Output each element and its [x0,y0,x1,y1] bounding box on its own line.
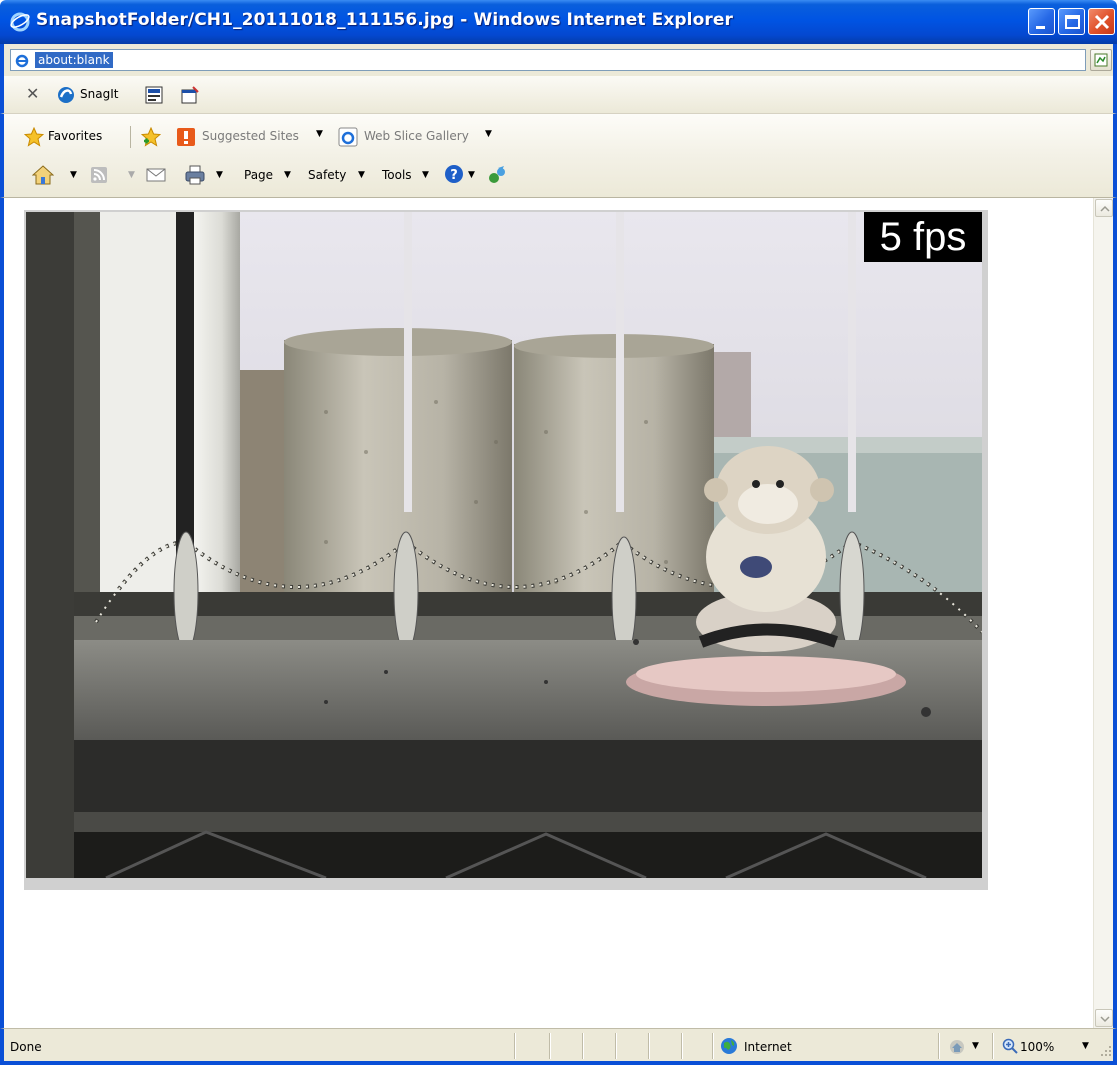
camera-snapshot-image: 5 fps [26,212,982,878]
chevron-up-icon [1100,205,1110,212]
web-slice-icon [338,127,358,147]
status-bar: Done Internet ▼ 100% ▼ [0,1028,1117,1065]
add-to-favorites-icon[interactable] [141,127,161,147]
compatibility-icon [1094,53,1108,67]
web-slice-dropdown-icon[interactable]: ▼ [485,129,492,139]
status-divider [681,1033,682,1059]
print-icon[interactable] [184,164,206,186]
page-menu[interactable]: Page [244,168,273,182]
web-slice-gallery-button[interactable]: Web Slice Gallery [364,129,469,143]
resize-grip-icon[interactable] [1100,1045,1112,1057]
internet-zone-icon [721,1038,737,1054]
suggested-sites-dropdown-icon[interactable]: ▼ [316,129,323,139]
fps-overlay: 5 fps [864,212,982,262]
home-icon[interactable] [32,164,54,186]
page-content: 5 fps [0,198,1117,1028]
safety-dropdown-icon[interactable]: ▼ [358,170,365,180]
snagit-button[interactable]: SnagIt [80,87,118,101]
help-icon[interactable]: ? [444,164,464,184]
security-zone-label[interactable]: Internet [744,1040,792,1054]
scroll-up-button[interactable] [1095,199,1113,217]
status-divider [615,1033,616,1059]
zoom-dropdown-icon[interactable]: ▼ [1082,1041,1089,1051]
status-divider [582,1033,583,1059]
page-icon [14,52,30,68]
feeds-icon[interactable] [90,166,108,184]
compatibility-view-button[interactable] [1090,49,1112,71]
favorites-bar: Favorites Suggested Sites ▼ Web Slice Ga… [0,114,1117,198]
page-dropdown-icon[interactable]: ▼ [284,170,291,180]
tools-dropdown-icon[interactable]: ▼ [422,170,429,180]
maximize-button[interactable] [1058,8,1085,35]
status-divider [712,1033,713,1059]
zoom-icon[interactable] [1002,1038,1018,1054]
protected-mode-icon[interactable] [948,1038,966,1056]
read-mail-icon[interactable] [146,166,166,184]
svg-text:?: ? [450,168,458,183]
status-divider [938,1033,939,1059]
close-button[interactable] [1088,8,1115,35]
help-dropdown-icon[interactable]: ▼ [468,170,475,180]
home-dropdown-icon[interactable]: ▼ [70,170,77,180]
suggested-sites-icon [177,128,195,146]
suggested-sites-button[interactable]: Suggested Sites [202,129,299,143]
snapshot-frame: 5 fps [24,210,988,890]
favorites-star-icon[interactable] [24,127,44,147]
address-bar: about:blank [0,44,1117,76]
favorites-button[interactable]: Favorites [48,129,102,143]
research-icon[interactable] [486,164,508,186]
maximize-icon [1065,15,1080,29]
snagit-toolbar: ✕ SnagIt [0,76,1117,114]
chevron-down-icon [1100,1016,1110,1023]
status-divider [992,1033,993,1059]
snagit-editor-icon[interactable] [180,85,200,105]
address-input[interactable]: about:blank [10,49,1086,71]
snapshot-picture [26,212,982,878]
address-url[interactable]: about:blank [35,52,113,68]
protected-mode-dropdown-icon[interactable]: ▼ [972,1041,979,1051]
status-divider [549,1033,550,1059]
status-text: Done [10,1040,42,1054]
tools-menu[interactable]: Tools [382,168,412,182]
toolbar-divider [130,126,131,148]
safety-menu[interactable]: Safety [308,168,346,182]
feeds-dropdown-icon[interactable]: ▼ [128,170,135,180]
snagit-capture-icon[interactable] [144,85,164,105]
ie-icon [10,12,30,32]
snagit-logo-icon [58,87,74,103]
minimize-button[interactable] [1028,8,1055,35]
status-divider [514,1033,515,1059]
minimize-icon [1036,26,1045,29]
scroll-down-button[interactable] [1095,1009,1113,1027]
toolbar-close-icon[interactable]: ✕ [26,86,39,102]
window-title: SnapshotFolder/CH1_20111018_111156.jpg -… [36,10,733,30]
print-dropdown-icon[interactable]: ▼ [216,170,223,180]
zoom-level[interactable]: 100% [1020,1040,1054,1054]
title-bar[interactable]: SnapshotFolder/CH1_20111018_111156.jpg -… [0,0,1117,44]
close-icon [1094,14,1110,30]
status-divider [648,1033,649,1059]
vertical-scrollbar[interactable] [1093,198,1113,1028]
